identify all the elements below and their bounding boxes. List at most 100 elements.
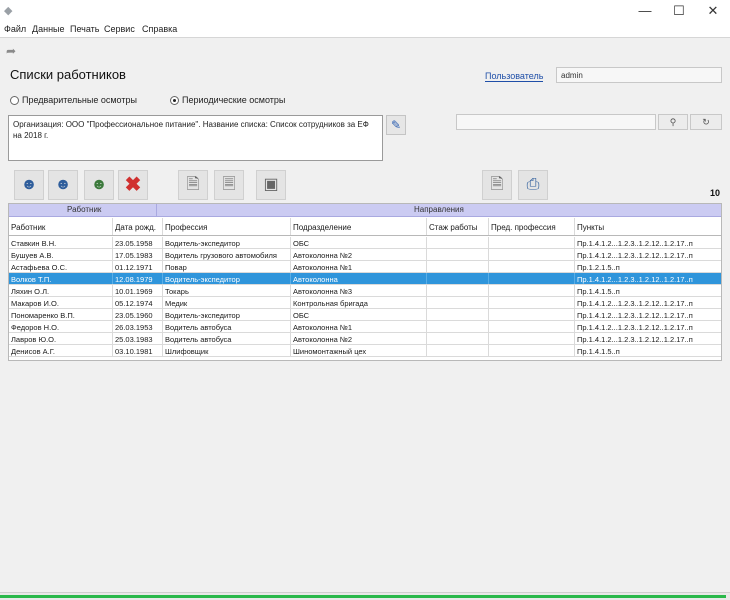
table-row[interactable]: Волков Т.П. 12.08.1979 Водитель-экспедитор… [9, 273, 721, 285]
print-preview-button[interactable]: 🗎 [482, 170, 512, 200]
table-cell [427, 261, 489, 272]
table-cell [427, 249, 489, 260]
table-cell: ОБС [291, 309, 427, 320]
table-row[interactable]: Денисов А.Г. 03.10.1981 Шлифовщик Шиномонта… [9, 345, 721, 357]
add-worker-button[interactable]: ☻ [14, 170, 44, 200]
table-row[interactable]: Бушуев А.В. 17.05.1983 Водитель грузового … [9, 249, 721, 261]
table-cell: 26.03.1953 [113, 321, 163, 332]
column-header[interactable]: Дата рожд. [113, 218, 163, 235]
maximize-button[interactable]: ☐ [664, 2, 694, 20]
menu-bar: Файл Данные Печать Сервис Справка [0, 22, 730, 38]
table-cell [427, 285, 489, 296]
table-cell: 01.12.1971 [113, 261, 163, 272]
table-row[interactable]: Астафьева О.С. 01.12.1971 Повар Автоколонна… [9, 261, 721, 273]
archive-button[interactable]: ▣ [256, 170, 286, 200]
clear-search-button[interactable]: ↻ [690, 114, 722, 130]
group-directions: Направления [414, 205, 464, 214]
table-cell: Автоколонна №3 [291, 285, 427, 296]
user-settings-icon: ☻ [90, 176, 108, 193]
table-cell: Ставкин В.Н. [9, 237, 113, 248]
table-cell: 17.05.1983 [113, 249, 163, 260]
table-cell: 03.10.1981 [113, 345, 163, 356]
table-cell: Автоколонна №2 [291, 333, 427, 344]
workers-table: Работник Направления Работник Дата рожд.… [8, 203, 722, 361]
table-cell: Водитель грузового автомобиля [163, 249, 291, 260]
table-row[interactable]: Федоров Н.О. 26.03.1953 Водитель автобуса А… [9, 321, 721, 333]
column-header[interactable]: Работник [9, 218, 113, 235]
edit-worker-button[interactable]: ☻ [48, 170, 78, 200]
radio-label: Периодические осмотры [182, 95, 286, 105]
table-cell: Контрольная бригада [291, 297, 427, 308]
menu-file[interactable]: Файл [4, 24, 26, 34]
table-row[interactable]: Пономаренко В.П. 23.05.1960 Водитель-экспе… [9, 309, 721, 321]
column-header[interactable]: Профессия [163, 218, 291, 235]
organization-info-box: Организация: ООО "Профессиональное питан… [8, 115, 383, 161]
worker-settings-button[interactable]: ☻ [84, 170, 114, 200]
print-button[interactable]: ⎙ [518, 170, 548, 200]
table-row[interactable]: Макаров И.О. 05.12.1974 Медик Контрольная б… [9, 297, 721, 309]
radio-preliminary-exams[interactable]: Предварительные осмотры [10, 95, 137, 105]
table-cell: Федоров Н.О. [9, 321, 113, 332]
table-cell: Пр.1.4.1.2...1.2.3..1.2.12..1.2.17..п [577, 299, 693, 308]
search-button[interactable]: ⚲ [658, 114, 688, 130]
back-arrow-icon[interactable]: ➦ [6, 44, 16, 58]
table-cell [427, 297, 489, 308]
table-cell: 23.05.1958 [113, 237, 163, 248]
app-icon: ◆ [4, 5, 13, 17]
table-cell: Пр.1.4.1.5..п [577, 347, 620, 356]
minimize-button[interactable]: — [630, 2, 660, 20]
table-cell: Шлифовщик [163, 345, 291, 356]
edit-document-button[interactable]: 🗎 [178, 170, 208, 200]
table-row[interactable]: Лавров Ю.О. 25.03.1983 Водитель автобуса Ав… [9, 333, 721, 345]
table-cell: Водитель автобуса [163, 321, 291, 332]
table-cell [427, 345, 489, 356]
table-cell: Пономаренко В.П. [9, 309, 113, 320]
table-cell: Водитель-экспедитор [163, 273, 291, 284]
table-cell: 10.01.1969 [113, 285, 163, 296]
table-cell: ОБС [291, 237, 427, 248]
radio-label: Предварительные осмотры [22, 95, 137, 105]
delete-worker-button[interactable]: ✖ [118, 170, 148, 200]
edit-user-icon: ☻ [54, 176, 72, 193]
table-cell: Пр.1.4.1.2...1.2.3..1.2.12..1.2.17..п [577, 323, 693, 332]
copy-document-button[interactable]: 🗏 [214, 170, 244, 200]
user-field[interactable] [556, 67, 722, 83]
add-user-icon: ☻ [20, 176, 38, 193]
table-cell: Лавров Ю.О. [9, 333, 113, 344]
column-header[interactable]: Пункты [575, 218, 721, 235]
column-header[interactable]: Стаж работы [427, 218, 489, 235]
table-cell [489, 285, 575, 296]
table-cell: Повар [163, 261, 291, 272]
table-cell: Водитель автобуса [163, 333, 291, 344]
menu-print[interactable]: Печать [70, 24, 99, 34]
table-row[interactable]: Ляхин О.Л. 10.01.1969 Токарь Автоколонна №3… [9, 285, 721, 297]
column-header[interactable]: Пред. профессия [489, 218, 575, 235]
document-edit-icon: 🗎 [186, 176, 200, 193]
user-label[interactable]: Пользователь [485, 71, 544, 82]
menu-service[interactable]: Сервис [104, 24, 135, 34]
table-cell: 23.05.1960 [113, 309, 163, 320]
table-cell [489, 333, 575, 344]
column-header[interactable]: Подразделение [291, 218, 427, 235]
radio-periodic-exams[interactable]: Периодические осмотры [170, 95, 285, 105]
table-cell: Автоколонна №1 [291, 261, 427, 272]
table-cell: Пр.1.2.1.5..п [577, 263, 620, 272]
menu-data[interactable]: Данные [32, 24, 65, 34]
table-row[interactable]: Ставкин В.Н. 23.05.1958 Водитель-экспедито… [9, 237, 721, 249]
table-cell: Бушуев А.В. [9, 249, 113, 260]
group-header-row: Работник Направления [9, 204, 721, 217]
search-input[interactable] [456, 114, 656, 130]
record-count: 10 [710, 188, 721, 198]
group-worker: Работник [67, 205, 102, 214]
print-preview-icon: 🗎 [490, 176, 504, 193]
menu-help[interactable]: Справка [142, 24, 177, 34]
close-button[interactable]: ✕ [698, 2, 728, 20]
table-cell [427, 333, 489, 344]
edit-organization-button[interactable]: ✎ [386, 115, 406, 135]
table-cell: 12.08.1979 [113, 273, 163, 284]
table-cell: Астафьева О.С. [9, 261, 113, 272]
table-cell: Шиномонтажный цех [291, 345, 427, 356]
table-cell: Макаров И.О. [9, 297, 113, 308]
table-cell [427, 321, 489, 332]
group-divider [156, 204, 157, 217]
